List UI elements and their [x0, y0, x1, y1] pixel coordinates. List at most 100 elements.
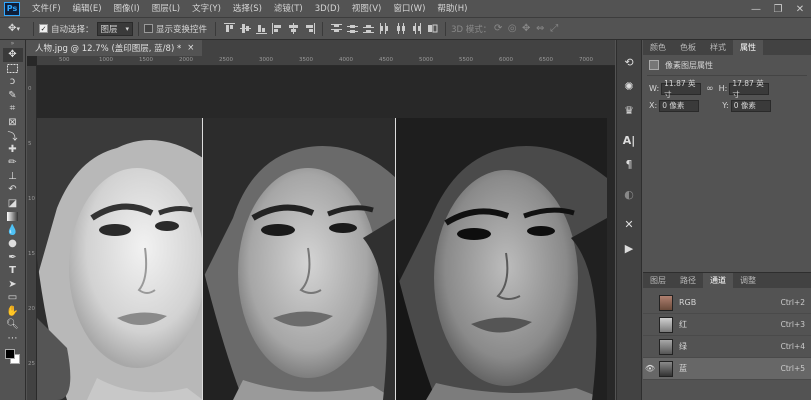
distribute-left-icon[interactable] — [378, 23, 390, 35]
tab-adjustments[interactable]: 调整 — [733, 273, 763, 288]
menu-window[interactable]: 窗口(W) — [387, 0, 431, 18]
distribute-top-icon[interactable] — [330, 23, 342, 35]
tab-color[interactable]: 颜色 — [643, 40, 673, 55]
3d-roll-icon[interactable]: ◎ — [505, 18, 519, 40]
align-hcenter-icon[interactable] — [287, 23, 299, 35]
y-field[interactable]: 0 像素 — [730, 99, 771, 112]
color-swatches[interactable] — [3, 347, 23, 369]
history-brush-tool-icon[interactable]: ↶ — [3, 183, 23, 197]
distribute-vcenter-icon[interactable] — [346, 23, 358, 35]
auto-select-dropdown[interactable]: 图层 ▾ — [96, 21, 134, 36]
type-tool-icon[interactable]: T — [3, 264, 23, 278]
menu-select[interactable]: 选择(S) — [227, 0, 268, 18]
divider — [215, 21, 217, 36]
3d-panel-icon[interactable]: ◐ — [619, 184, 639, 204]
libraries-icon[interactable]: ♛ — [619, 100, 639, 120]
auto-select-checkbox[interactable]: ✓ — [39, 24, 48, 33]
more-tools-icon[interactable]: ⋯ — [3, 332, 23, 346]
3d-pan-icon[interactable]: ✥ — [519, 18, 533, 40]
menu-3d[interactable]: 3D(D) — [309, 0, 346, 18]
ruler-tick-label: 7000 — [579, 57, 593, 63]
width-field[interactable]: 11.87 英寸 — [661, 79, 702, 99]
eye-icon[interactable]: 👁 — [643, 364, 657, 373]
align-bottom-icon[interactable] — [255, 23, 267, 35]
distribute-bottom-icon[interactable] — [362, 23, 374, 35]
channel-row-green[interactable]: 绿 Ctrl+4 — [643, 336, 811, 358]
rectangle-tool-icon[interactable]: ▭ — [3, 291, 23, 305]
tab-properties[interactable]: 属性 — [733, 40, 763, 55]
auto-select-label: 自动选择： — [51, 24, 94, 35]
paragraph-panel-icon[interactable]: ¶ — [619, 154, 639, 174]
ruler-tick-label: 1000 — [99, 57, 113, 63]
menu-layer[interactable]: 图层(L) — [146, 0, 186, 18]
crop-tool-icon[interactable]: ⌗ — [3, 102, 23, 116]
zoom-tool-icon[interactable]: 🔍︎ — [3, 318, 23, 332]
auto-align-icon[interactable] — [426, 23, 438, 35]
healing-brush-tool-icon[interactable]: ✚ — [3, 143, 23, 157]
align-left-icon[interactable] — [271, 23, 283, 35]
minimize-button[interactable]: — — [745, 0, 767, 18]
channel-row-blue[interactable]: 👁 蓝 Ctrl+5 — [643, 358, 811, 380]
eyedropper-tool-icon[interactable]: ⤵ — [3, 129, 23, 143]
channel-row-rgb[interactable]: RGB Ctrl+2 — [643, 292, 811, 314]
tab-channels[interactable]: 通道 — [703, 273, 733, 288]
foreground-color-swatch[interactable] — [4, 349, 15, 359]
history-panel-icon[interactable]: ⟲ — [619, 52, 639, 72]
menu-view[interactable]: 视图(V) — [346, 0, 387, 18]
horizontal-ruler[interactable]: 500 1000 1500 2000 2500 3000 3500 4000 4500 5000 5… — [37, 56, 615, 66]
tab-paths[interactable]: 路径 — [673, 273, 703, 288]
3d-rotate-icon[interactable]: ⟳ — [491, 18, 505, 40]
link-icon[interactable]: ∞ — [706, 84, 714, 94]
tool-presets-icon[interactable]: ✕ — [619, 214, 639, 234]
dodge-tool-icon[interactable]: ● — [3, 237, 23, 251]
3d-scale-icon[interactable]: ⤢ — [547, 18, 561, 40]
show-transform-checkbox[interactable] — [144, 24, 154, 33]
menu-help[interactable]: 帮助(H) — [431, 0, 473, 18]
clone-stamp-tool-icon[interactable]: ⊥ — [3, 170, 23, 184]
pen-tool-icon[interactable]: ✒ — [3, 251, 23, 265]
3d-mode-label: 3D 模式： — [451, 24, 492, 35]
gradient-tool-icon[interactable] — [3, 210, 23, 224]
quick-selection-tool-icon[interactable]: ✎ — [3, 89, 23, 103]
menu-type[interactable]: 文字(Y) — [186, 0, 227, 18]
frame-tool-icon[interactable]: ⊠ — [3, 116, 23, 130]
actions-panel-icon[interactable]: ▶ — [619, 238, 639, 258]
lasso-tool-icon[interactable]: ↄ — [3, 75, 23, 89]
channel-row-red[interactable]: 红 Ctrl+3 — [643, 314, 811, 336]
blur-tool-icon[interactable]: 💧 — [3, 224, 23, 238]
menu-edit[interactable]: 编辑(E) — [67, 0, 108, 18]
collapse-toolbar-icon[interactable]: » — [3, 40, 23, 48]
restore-button[interactable]: ❐ — [767, 0, 789, 18]
divider — [322, 21, 324, 36]
canvas[interactable] — [37, 118, 607, 400]
close-tab-icon[interactable]: × — [187, 43, 194, 53]
x-field[interactable]: 0 像素 — [659, 99, 700, 112]
distribute-right-icon[interactable] — [410, 23, 422, 35]
move-tool-icon[interactable]: ✥ — [2, 48, 23, 62]
marquee-tool-icon[interactable] — [3, 62, 23, 76]
brush-settings-icon[interactable]: ✺ — [619, 76, 639, 96]
document-tab[interactable]: 人物.jpg @ 12.7% (盖印图层, 蓝/8) * × — [27, 40, 203, 56]
ruler-tick-label: 5 — [28, 141, 32, 147]
menu-filter[interactable]: 滤镜(T) — [268, 0, 309, 18]
align-right-icon[interactable] — [303, 23, 315, 35]
3d-slide-icon[interactable]: ⇔ — [533, 18, 547, 40]
character-panel-icon[interactable]: A| — [619, 130, 639, 150]
align-vcenter-icon[interactable] — [239, 23, 251, 35]
height-field[interactable]: 17.87 英寸 — [729, 79, 770, 99]
distribute-hcenter-icon[interactable] — [394, 23, 406, 35]
path-selection-tool-icon[interactable]: ➤ — [3, 278, 23, 292]
tab-swatches[interactable]: 色板 — [673, 40, 703, 55]
vertical-ruler[interactable]: 0 5 10 15 20 25 — [27, 66, 37, 400]
tab-layers[interactable]: 图层 — [643, 273, 673, 288]
menu-image[interactable]: 图像(I) — [108, 0, 146, 18]
tab-styles[interactable]: 样式 — [703, 40, 733, 55]
align-top-icon[interactable] — [223, 23, 235, 35]
move-tool-preset-icon[interactable]: ✥ ▾ — [0, 18, 28, 40]
brush-tool-icon[interactable]: ✏ — [3, 156, 23, 170]
hand-tool-icon[interactable]: ✋ — [3, 305, 23, 319]
close-button[interactable]: ✕ — [789, 0, 811, 18]
eraser-tool-icon[interactable]: ◪ — [3, 197, 23, 211]
ruler-tick-label: 15 — [28, 251, 35, 257]
menu-file[interactable]: 文件(F) — [26, 0, 67, 18]
